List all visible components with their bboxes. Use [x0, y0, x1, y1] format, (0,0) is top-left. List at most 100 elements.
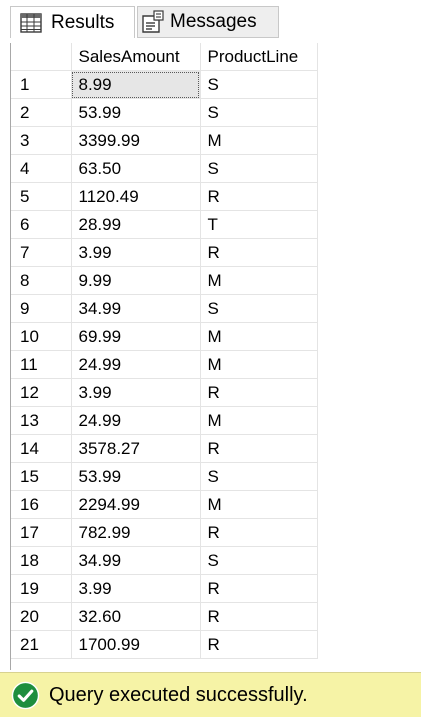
table-row[interactable]: 1 8.99 S: [11, 70, 318, 99]
table-row[interactable]: 14 3578.27 R: [11, 434, 318, 463]
cell-salesamount[interactable]: 1700.99: [71, 630, 201, 659]
table-row[interactable]: 16 2294.99 M: [11, 490, 318, 519]
table-row[interactable]: 3 3399.99 M: [11, 126, 318, 155]
table-row[interactable]: 5 1120.49 R: [11, 182, 318, 211]
row-number-header[interactable]: [11, 43, 72, 71]
table-row[interactable]: 18 34.99 S: [11, 546, 318, 575]
table-row[interactable]: 11 24.99 M: [11, 350, 318, 379]
cell-salesamount[interactable]: 3578.27: [71, 434, 201, 463]
tab-results[interactable]: Results: [10, 6, 135, 38]
cell-salesamount[interactable]: 24.99: [71, 350, 201, 379]
tab-messages[interactable]: Messages: [137, 6, 279, 38]
row-number[interactable]: 1: [11, 70, 72, 99]
grid-icon: [20, 12, 42, 33]
cell-salesamount[interactable]: 1120.49: [71, 182, 201, 211]
tab-results-label: Results: [51, 11, 115, 33]
cell-salesamount[interactable]: 53.99: [71, 98, 201, 127]
cell-salesamount[interactable]: 34.99: [71, 546, 201, 575]
cell-productline[interactable]: M: [200, 406, 318, 435]
cell-productline[interactable]: R: [200, 574, 318, 603]
cell-salesamount[interactable]: 3399.99: [71, 126, 201, 155]
cell-productline[interactable]: R: [200, 182, 318, 211]
cell-productline[interactable]: S: [200, 154, 318, 183]
results-pane: Results Messages SalesAmount ProductLine…: [0, 0, 421, 717]
table-row[interactable]: 15 53.99 S: [11, 462, 318, 491]
cell-salesamount[interactable]: 3.99: [71, 378, 201, 407]
status-message: Query executed successfully.: [49, 683, 308, 706]
table-row[interactable]: 6 28.99 T: [11, 210, 318, 239]
table-row[interactable]: 13 24.99 M: [11, 406, 318, 435]
table-row[interactable]: 21 1700.99 R: [11, 630, 318, 659]
cell-salesamount[interactable]: 8.99: [71, 70, 201, 99]
cell-productline[interactable]: R: [200, 602, 318, 631]
row-number[interactable]: 4: [11, 154, 72, 183]
table-row[interactable]: 2 53.99 S: [11, 98, 318, 127]
column-header-productline[interactable]: ProductLine: [200, 43, 318, 71]
table-row[interactable]: 20 32.60 R: [11, 602, 318, 631]
row-number[interactable]: 18: [11, 546, 72, 575]
row-number[interactable]: 2: [11, 98, 72, 127]
row-number[interactable]: 10: [11, 322, 72, 351]
cell-productline[interactable]: M: [200, 322, 318, 351]
row-number[interactable]: 17: [11, 518, 72, 547]
cell-productline[interactable]: S: [200, 462, 318, 491]
cell-salesamount[interactable]: 34.99: [71, 294, 201, 323]
row-number[interactable]: 16: [11, 490, 72, 519]
cell-productline[interactable]: R: [200, 378, 318, 407]
cell-productline[interactable]: S: [200, 546, 318, 575]
row-number[interactable]: 12: [11, 378, 72, 407]
cell-productline[interactable]: S: [200, 70, 318, 99]
cell-salesamount[interactable]: 32.60: [71, 602, 201, 631]
row-number[interactable]: 7: [11, 238, 72, 267]
status-bar: Query executed successfully.: [0, 672, 421, 717]
cell-productline[interactable]: M: [200, 266, 318, 295]
cell-salesamount[interactable]: 53.99: [71, 462, 201, 491]
results-tab-bar: Results Messages: [0, 0, 421, 43]
cell-productline[interactable]: M: [200, 126, 318, 155]
row-number[interactable]: 19: [11, 574, 72, 603]
cell-productline[interactable]: S: [200, 294, 318, 323]
table-row[interactable]: 9 34.99 S: [11, 294, 318, 323]
cell-salesamount[interactable]: 24.99: [71, 406, 201, 435]
cell-productline[interactable]: R: [200, 238, 318, 267]
table-row[interactable]: 10 69.99 M: [11, 322, 318, 351]
row-number[interactable]: 9: [11, 294, 72, 323]
row-number[interactable]: 20: [11, 602, 72, 631]
table-row[interactable]: 8 9.99 M: [11, 266, 318, 295]
column-header-salesamount[interactable]: SalesAmount: [71, 43, 201, 71]
row-number[interactable]: 3: [11, 126, 72, 155]
cell-salesamount[interactable]: 2294.99: [71, 490, 201, 519]
row-number[interactable]: 15: [11, 462, 72, 491]
cell-productline[interactable]: R: [200, 630, 318, 659]
row-number[interactable]: 6: [11, 210, 72, 239]
table-row[interactable]: 12 3.99 R: [11, 378, 318, 407]
table-row[interactable]: 19 3.99 R: [11, 574, 318, 603]
cell-salesamount[interactable]: 9.99: [71, 266, 201, 295]
table-row[interactable]: 17 782.99 R: [11, 518, 318, 547]
cell-salesamount[interactable]: 69.99: [71, 322, 201, 351]
table-row[interactable]: 4 63.50 S: [11, 154, 318, 183]
row-number[interactable]: 5: [11, 182, 72, 211]
messages-icon: [142, 10, 164, 33]
table-row[interactable]: 7 3.99 R: [11, 238, 318, 267]
row-number[interactable]: 14: [11, 434, 72, 463]
results-grid[interactable]: SalesAmount ProductLine 1 8.99 S 2 53.99 S 3 33…: [10, 43, 421, 670]
results-table: SalesAmount ProductLine 1 8.99 S 2 53.99 S 3 33…: [11, 43, 318, 659]
cell-salesamount[interactable]: 782.99: [71, 518, 201, 547]
cell-salesamount[interactable]: 3.99: [71, 574, 201, 603]
row-number[interactable]: 11: [11, 350, 72, 379]
row-number[interactable]: 21: [11, 630, 72, 659]
cell-productline[interactable]: S: [200, 98, 318, 127]
cell-salesamount[interactable]: 63.50: [71, 154, 201, 183]
cell-salesamount[interactable]: 3.99: [71, 238, 201, 267]
cell-salesamount[interactable]: 28.99: [71, 210, 201, 239]
cell-productline[interactable]: R: [200, 518, 318, 547]
row-number[interactable]: 8: [11, 266, 72, 295]
cell-productline[interactable]: M: [200, 490, 318, 519]
cell-productline[interactable]: T: [200, 210, 318, 239]
row-number[interactable]: 13: [11, 406, 72, 435]
cell-productline[interactable]: M: [200, 350, 318, 379]
grid-body: 1 8.99 S 2 53.99 S 3 3399.99 M 4 63.50 S 5 1120.49 R 6 2…: [11, 70, 318, 659]
check-circle-icon: [11, 681, 40, 709]
cell-productline[interactable]: R: [200, 434, 318, 463]
